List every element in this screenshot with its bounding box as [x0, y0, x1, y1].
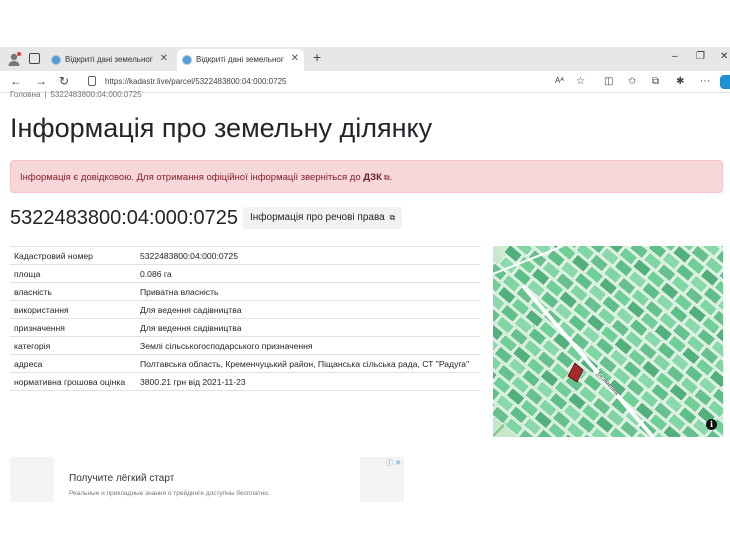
profile-icon[interactable]	[6, 51, 22, 67]
minimize-button[interactable]: –	[672, 51, 678, 62]
collections-icon[interactable]: ⧉	[652, 76, 659, 87]
row-key: Кадастровий номер	[10, 246, 136, 265]
alert-end: .	[389, 172, 393, 183]
ad-title[interactable]: Получите лёгкий старт	[69, 473, 174, 484]
tab-title: Відкриті дані земельного кадастру	[196, 55, 284, 64]
tab-close-icon[interactable]: ✕	[160, 53, 168, 64]
address-bar[interactable]: https://kadastr.live/parcel/5322483800:0…	[80, 73, 600, 91]
tab-active[interactable]: Відкриті дані земельного кадастру ✕	[177, 49, 304, 71]
table-row: площа 0.086 га	[10, 264, 480, 283]
row-value: Для ведення садівництва	[136, 300, 480, 319]
row-key: категорія	[10, 336, 136, 355]
favorites-icon[interactable]: ✩	[628, 76, 636, 87]
row-key: адреса	[10, 354, 136, 373]
url-text[interactable]: https://kadastr.live/parcel/5322483800:0…	[105, 77, 286, 86]
more-options-icon[interactable]: ⋯	[700, 76, 710, 87]
table-row: використання Для ведення садівництва	[10, 300, 480, 319]
row-key: площа	[10, 264, 136, 283]
row-value: Полтавська область, Кременчуцький район,…	[136, 354, 480, 373]
row-value: Землі сільськогосподарського призначення	[136, 336, 480, 355]
row-value: 0.086 га	[136, 264, 480, 283]
advertisement-banner[interactable]: Получите лёгкий старт Реальные и приклад…	[10, 457, 404, 502]
info-alert: Інформація є довідковою. Для отримання о…	[10, 160, 723, 193]
row-key: власність	[10, 282, 136, 301]
breadcrumb: Головна | 5322483800:04:000:0725	[10, 90, 142, 100]
alert-text: Інформація є довідковою. Для отримання о…	[20, 172, 364, 183]
row-value: Для ведення садівництва	[136, 318, 480, 337]
table-row: адреса Полтавська область, Кременчуцький …	[10, 354, 480, 373]
tab-title: Відкриті дані земельного кадастру	[65, 55, 153, 64]
split-screen-icon[interactable]: ◫	[604, 76, 613, 87]
parcel-map[interactable]: Безіменна i	[493, 246, 723, 437]
extensions-icon[interactable]: ✱	[676, 76, 684, 87]
tab-inactive[interactable]: Відкриті дані земельного кадастру ✕	[46, 49, 173, 71]
breadcrumb-current: 5322483800:04:000:0725	[50, 90, 142, 99]
browser-tab-strip: Відкриті дані земельного кадастру ✕ Відк…	[0, 47, 730, 71]
map-canvas[interactable]: Безіменна	[493, 246, 723, 437]
restore-button[interactable]: ❐	[696, 51, 705, 62]
row-value: Приватна власність	[136, 282, 480, 301]
cadastral-number-heading: 5322483800:04:000:0725	[10, 207, 239, 229]
table-row: власність Приватна власність	[10, 282, 480, 301]
dzk-link[interactable]: ДЗК	[363, 172, 382, 183]
read-aloud-icon[interactable]: Aᴬ	[555, 76, 564, 85]
tab-actions-icon[interactable]	[29, 53, 40, 64]
ad-subtitle: Реальные и прикладные знания о трейдинге…	[69, 490, 270, 497]
map-info-icon[interactable]: i	[706, 419, 717, 430]
refresh-icon[interactable]: ↻	[59, 74, 69, 88]
tab-close-icon[interactable]: ✕	[291, 53, 299, 64]
breadcrumb-separator: |	[44, 90, 47, 99]
row-key: призначення	[10, 318, 136, 337]
row-value: 3800.21 грн від 2021-11-23	[136, 372, 480, 391]
new-tab-button[interactable]: +	[313, 49, 321, 65]
table-row: призначення Для ведення садівництва	[10, 318, 480, 337]
window-close-button[interactable]: ✕	[720, 51, 728, 62]
ad-close-icon[interactable]: ⓘ ✕	[386, 458, 401, 468]
property-rights-label: Інформація про речові права	[250, 212, 385, 223]
row-key: використання	[10, 300, 136, 319]
row-key: нормативна грошова оцінка	[10, 372, 136, 391]
parcel-info-table: Кадастровий номер 5322483800:04:000:0725 п…	[10, 246, 480, 391]
lock-icon	[88, 76, 96, 86]
back-arrow-icon[interactable]: ←	[10, 74, 22, 88]
favicon-icon	[182, 55, 192, 65]
row-value: 5322483800:04:000:0725	[136, 246, 480, 265]
ad-content[interactable]: Получите лёгкий старт Реальные и приклад…	[54, 457, 360, 502]
table-row: Кадастровий номер 5322483800:04:000:0725	[10, 246, 480, 265]
breadcrumb-home[interactable]: Головна	[10, 90, 40, 99]
favicon-icon	[51, 55, 61, 65]
table-row: категорія Землі сільськогосподарського пр…	[10, 336, 480, 355]
external-link-icon: ⧉	[389, 213, 396, 222]
table-row: нормативна грошова оцінка 3800.21 грн від…	[10, 372, 480, 391]
forward-arrow-icon[interactable]: →	[35, 74, 47, 88]
copilot-icon[interactable]	[720, 75, 730, 89]
favorite-star-icon[interactable]: ☆	[576, 76, 585, 87]
property-rights-button[interactable]: Інформація про речові права ⧉	[243, 207, 403, 229]
page-title: Інформація про земельну ділянку	[10, 113, 433, 143]
